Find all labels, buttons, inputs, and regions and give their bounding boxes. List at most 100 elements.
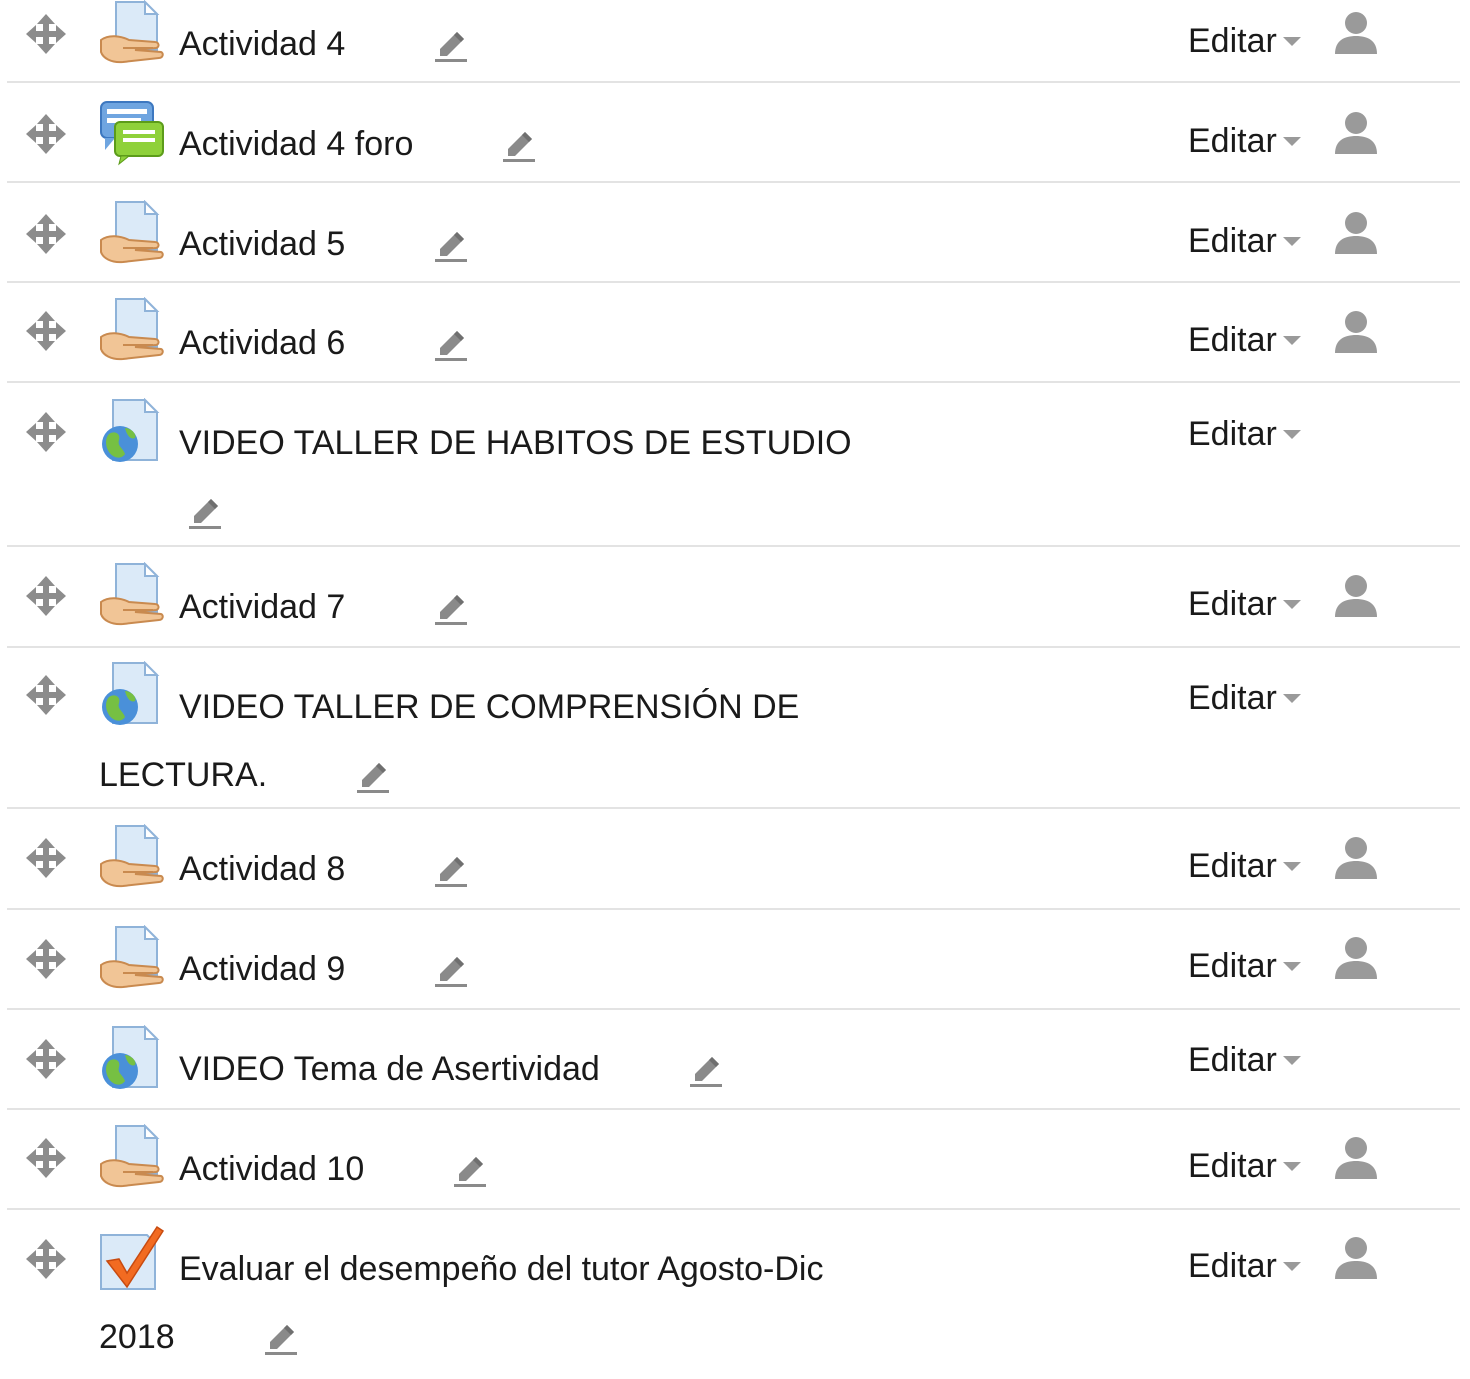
move-arrows-icon[interactable] [24,937,68,981]
user-icon[interactable] [1333,210,1379,256]
activity-title-link[interactable]: VIDEO Tema de Asertividad [179,1050,600,1088]
pencil-icon[interactable] [372,1143,408,1179]
move-arrows-icon[interactable] [24,410,68,454]
user-icon[interactable] [1333,835,1379,881]
edit-menu-label: Editar [1188,122,1277,160]
pencil-icon[interactable] [353,943,389,979]
activity-title-wrap: Actividad 7 [99,573,859,641]
activity-title-wrap: Actividad 5 [99,210,859,278]
edit-menu-button[interactable]: Editar [1188,415,1301,454]
edit-menu-label: Editar [1188,947,1277,985]
activity-title-wrap: Actividad 6 [99,309,859,377]
pencil-icon[interactable] [353,218,389,254]
activity-row: Evaluar el desempeño del tutor Agosto-Di… [0,1210,1470,1361]
edit-menu-button[interactable]: Editar [1188,1147,1301,1186]
move-arrows-icon[interactable] [24,574,68,618]
edit-menu-button[interactable]: Editar [1188,1247,1301,1286]
activity-title-wrap: Actividad 4 [99,10,859,78]
move-arrows-icon[interactable] [24,673,68,717]
activity-title-wrap: Evaluar el desempeño del tutor Agosto-Di… [99,1235,859,1371]
pencil-icon[interactable] [608,1043,644,1079]
activity-title-link[interactable]: Actividad 9 [179,950,345,988]
activity-title-link[interactable]: Actividad 4 [179,25,345,63]
edit-menu-label: Editar [1188,1147,1277,1185]
pencil-icon[interactable] [421,118,457,154]
caret-down-icon [1282,430,1301,439]
caret-down-icon [1282,37,1301,46]
edit-menu-button[interactable]: Editar [1188,847,1301,886]
user-icon[interactable] [1333,110,1379,156]
caret-down-icon [1282,1056,1301,1065]
activity-row: Actividad 4 foro Editar [0,83,1470,183]
edit-menu-label: Editar [1188,847,1277,885]
user-icon[interactable] [1333,1235,1379,1281]
edit-menu-button[interactable]: Editar [1188,1041,1301,1080]
pencil-icon[interactable] [353,317,389,353]
activity-title-link[interactable]: Actividad 5 [179,225,345,263]
activity-title-wrap: Actividad 9 [99,935,859,1003]
pencil-icon[interactable] [275,749,311,785]
move-arrows-icon[interactable] [24,1136,68,1180]
activity-row: Actividad 7 Editar [0,547,1470,648]
edit-menu-label: Editar [1188,585,1277,623]
activity-title-wrap: VIDEO TALLER DE HABITOS DE ESTUDIO [99,409,859,545]
user-icon[interactable] [1333,10,1379,56]
caret-down-icon [1282,237,1301,246]
activity-title-wrap: VIDEO TALLER DE COMPRENSIÓN DE LECTURA. [99,673,859,809]
caret-down-icon [1282,962,1301,971]
caret-down-icon [1282,1162,1301,1171]
pencil-icon[interactable] [353,18,389,54]
activity-row: Actividad 6 Editar [0,283,1470,383]
move-arrows-icon[interactable] [24,212,68,256]
edit-menu-button[interactable]: Editar [1188,222,1301,261]
activity-row: VIDEO Tema de Asertividad Editar [0,1010,1470,1110]
activity-title-link[interactable]: Actividad 8 [179,850,345,888]
activity-title-link[interactable]: Actividad 10 [179,1150,364,1188]
user-icon[interactable] [1333,1135,1379,1181]
activity-title-wrap: Actividad 10 [99,1135,859,1203]
user-icon[interactable] [1333,935,1379,981]
activity-row: Actividad 4 Editar [0,0,1470,83]
caret-down-icon [1282,600,1301,609]
edit-menu-button[interactable]: Editar [1188,22,1301,61]
edit-menu-button[interactable]: Editar [1188,122,1301,161]
activity-row: Actividad 5 Editar [0,183,1470,283]
activity-title-link[interactable]: VIDEO TALLER DE COMPRENSIÓN DE LECTURA. [99,688,799,794]
edit-menu-button[interactable]: Editar [1188,947,1301,986]
activity-title-link[interactable]: Actividad 4 foro [179,125,413,163]
edit-menu-label: Editar [1188,22,1277,60]
activity-title-link[interactable]: VIDEO TALLER DE HABITOS DE ESTUDIO [179,424,852,462]
edit-menu-button[interactable]: Editar [1188,321,1301,360]
move-arrows-icon[interactable] [24,309,68,353]
pencil-icon[interactable] [353,843,389,879]
pencil-icon[interactable] [107,485,143,521]
activity-row: VIDEO TALLER DE COMPRENSIÓN DE LECTURA. E… [0,648,1470,809]
activity-row: VIDEO TALLER DE HABITOS DE ESTUDIO Editar [0,383,1470,547]
edit-menu-label: Editar [1188,222,1277,260]
move-arrows-icon[interactable] [24,836,68,880]
move-arrows-icon[interactable] [24,112,68,156]
pencil-icon[interactable] [353,581,389,617]
activity-title-link[interactable]: Actividad 7 [179,588,345,626]
pencil-icon[interactable] [183,1311,219,1347]
edit-menu-button[interactable]: Editar [1188,585,1301,624]
caret-down-icon [1282,862,1301,871]
activity-row: Actividad 8 Editar [0,809,1470,910]
activity-row: Actividad 10 Editar [0,1110,1470,1210]
edit-menu-label: Editar [1188,1041,1277,1079]
move-arrows-icon[interactable] [24,12,68,56]
user-icon[interactable] [1333,573,1379,619]
caret-down-icon [1282,1262,1301,1271]
caret-down-icon [1282,137,1301,146]
activity-title-link[interactable]: Actividad 6 [179,324,345,362]
move-arrows-icon[interactable] [24,1037,68,1081]
edit-menu-button[interactable]: Editar [1188,679,1301,718]
activity-title-wrap: Actividad 4 foro [99,110,859,178]
edit-menu-label: Editar [1188,679,1277,717]
activity-row: Actividad 9 Editar [0,910,1470,1010]
caret-down-icon [1282,336,1301,345]
move-arrows-icon[interactable] [24,1237,68,1281]
edit-menu-label: Editar [1188,1247,1277,1285]
user-icon[interactable] [1333,309,1379,355]
activity-title-wrap: VIDEO Tema de Asertividad [99,1035,859,1103]
